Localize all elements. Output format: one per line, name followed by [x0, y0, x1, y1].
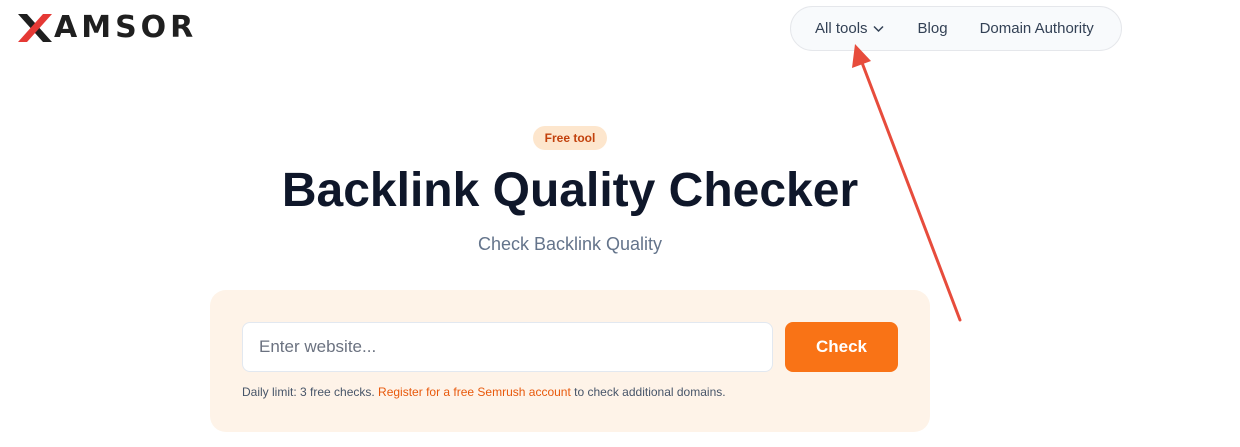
nav-domain-authority-link[interactable]: Domain Authority [980, 20, 1094, 37]
check-form-panel: Check Daily limit: 3 free checks. Regist… [210, 290, 930, 432]
nav-domain-authority-label: Domain Authority [979, 20, 1094, 37]
check-button[interactable]: Check [785, 322, 898, 372]
nav-all-tools-dropdown[interactable]: All tools [815, 20, 884, 37]
nav-blog-label: Blog [917, 20, 948, 37]
nav-blog-link[interactable]: Blog [918, 20, 948, 37]
daily-limit-note: Daily limit: 3 free checks. Register for… [242, 384, 726, 400]
free-tool-badge: Free tool [533, 126, 607, 150]
logo-x-mark-icon [18, 14, 52, 42]
logo-text: AMSOR [54, 10, 198, 45]
chevron-down-icon [873, 25, 884, 32]
nav-all-tools-label: All tools [815, 20, 868, 37]
top-nav: All tools Blog Domain Authority [790, 6, 1122, 51]
website-input[interactable] [242, 322, 773, 372]
register-semrush-link[interactable]: Register for a free Semrush account [378, 385, 571, 399]
page-subtitle: Check Backlink Quality [477, 234, 663, 254]
daily-limit-text: Daily limit: 3 free checks. [242, 385, 379, 399]
site-logo[interactable]: AMSOR [18, 12, 197, 44]
page-title: Backlink Quality Checker [281, 164, 859, 217]
additional-domains-text: to check additional domains. [570, 385, 726, 399]
